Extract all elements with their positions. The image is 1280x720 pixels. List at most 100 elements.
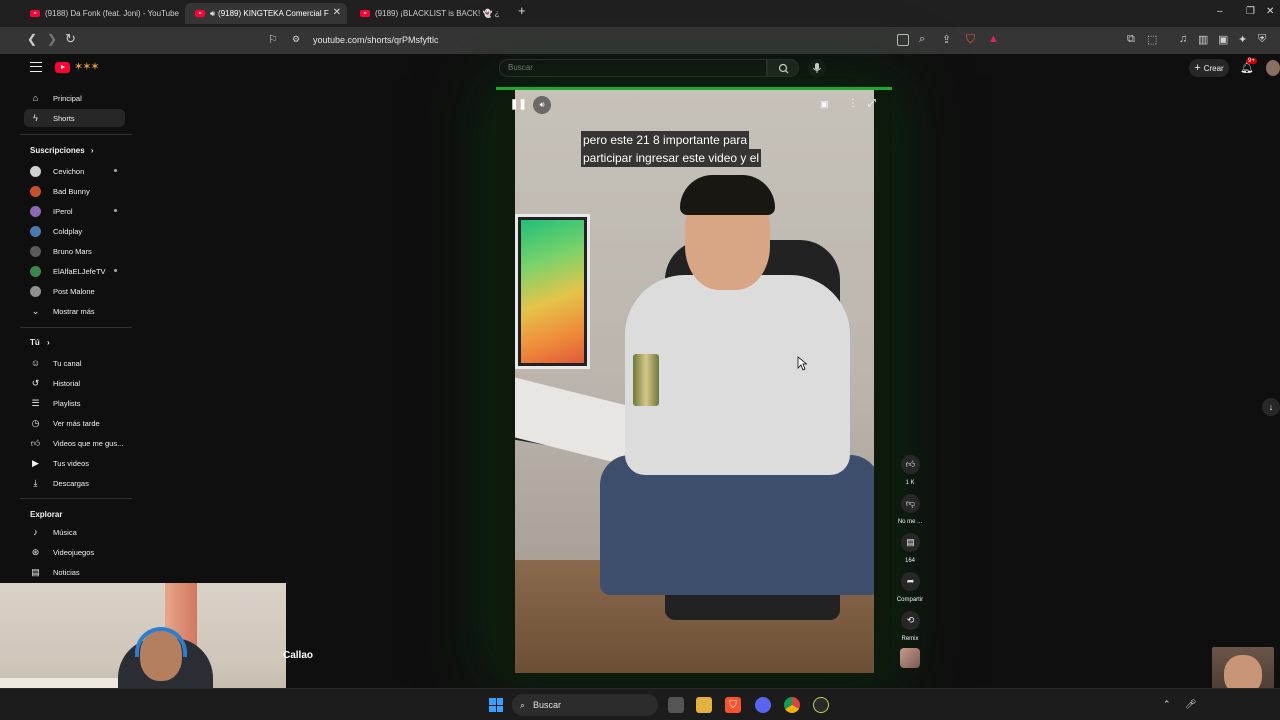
new-content-dot: [114, 269, 117, 272]
screenshot-icon[interactable]: ⬚: [1147, 33, 1157, 46]
sidebar-item-news[interactable]: ▤ Noticias: [24, 563, 125, 581]
sidebar-item-home[interactable]: ⌂ Principal: [24, 89, 125, 107]
new-tab-button[interactable]: +: [518, 3, 526, 18]
tray-chevron-icon[interactable]: ⌃: [1163, 699, 1171, 710]
sidebar-item-watch-later[interactable]: ◷ Ver más tarde: [24, 414, 125, 432]
sidebar-toggle-icon[interactable]: ▥: [1198, 33, 1208, 46]
browser-tab-active[interactable]: 🔊︎ (9189) KINGTEKA Comercial F ✕: [185, 3, 347, 24]
channel-avatar: [30, 185, 41, 197]
tab-close-icon[interactable]: ✕: [333, 7, 341, 18]
sidebar-item-subscription[interactable]: Bad Bunny: [24, 182, 125, 200]
browser-tab[interactable]: (9189) ¡BLACKLIST is BACK! 👻 ¿: [350, 3, 510, 24]
video-progress-bar[interactable]: [496, 87, 892, 90]
sidebar-item-label: Noticias: [53, 567, 80, 577]
cast-icon[interactable]: [897, 34, 909, 46]
youtube-logo-icon[interactable]: [55, 62, 70, 73]
file-explorer-icon[interactable]: [696, 697, 712, 713]
sidebar-item-label: Música: [53, 527, 77, 537]
back-icon[interactable]: ❮: [27, 32, 37, 46]
search-input[interactable]: Buscar: [499, 59, 767, 77]
discord-icon[interactable]: [755, 697, 771, 713]
sidebar-item-subscription[interactable]: ElAlfaELJefeTV: [24, 262, 125, 280]
chrome-icon[interactable]: [784, 697, 800, 713]
sidebar-item-liked-videos[interactable]: 👍︎ Videos que me gus...: [24, 434, 125, 452]
sidebar-item-subscription[interactable]: Cevichon: [24, 162, 125, 180]
sidebar-item-shorts[interactable]: ϟ Shorts: [24, 109, 125, 127]
search-button[interactable]: [767, 59, 799, 77]
menu-icon[interactable]: [30, 62, 42, 72]
explore-heading: Explorar: [30, 510, 62, 519]
wallet-icon[interactable]: ▣: [1218, 33, 1228, 46]
taskbar-search[interactable]: ⌕ Buscar: [512, 694, 658, 716]
create-button[interactable]: + Crear: [1189, 59, 1229, 77]
windows-start-icon[interactable]: [489, 698, 503, 712]
share-icon[interactable]: ⇪: [942, 33, 951, 46]
restore-button[interactable]: ❐: [1246, 6, 1255, 17]
pause-icon[interactable]: ❚❚: [510, 99, 527, 110]
video-monitor: [515, 214, 590, 369]
brave-browser-icon[interactable]: ⛉: [725, 697, 741, 713]
sidebar-item-subscription[interactable]: IPerol: [24, 202, 125, 220]
sidebar-item-subscription[interactable]: Coldplay: [24, 222, 125, 240]
sidebar-item-history[interactable]: ↺ Historial: [24, 374, 125, 392]
like-button[interactable]: 👍︎: [901, 455, 920, 474]
sidebar-item-your-videos[interactable]: ▶ Tus videos: [24, 454, 125, 472]
music-icon: ♪: [33, 527, 38, 537]
sidebar-item-label: Videojuegos: [53, 547, 95, 557]
doodle-logo-icon[interactable]: ✶✶✶: [74, 60, 100, 73]
clock-icon: ◷: [31, 417, 40, 428]
tray-mic-icon[interactable]: 🎤︎: [1185, 699, 1196, 710]
avatar[interactable]: [1266, 60, 1280, 76]
zoom-icon[interactable]: ⌕: [919, 33, 925, 46]
next-short-button[interactable]: ↓: [1262, 398, 1280, 416]
sidebar-item-playlists[interactable]: ☰ Playlists: [24, 394, 125, 412]
close-window-button[interactable]: ✕: [1266, 6, 1274, 17]
show-more-button[interactable]: ⌄ Mostrar más: [24, 302, 125, 320]
reload-icon[interactable]: ↻: [65, 31, 76, 47]
voice-search-button[interactable]: [808, 59, 826, 77]
media-icon[interactable]: ♫: [1179, 33, 1187, 45]
app-icon[interactable]: [813, 697, 829, 713]
comments-button[interactable]: ▤: [901, 533, 920, 552]
task-view-icon[interactable]: [668, 697, 684, 713]
extensions-icon[interactable]: ⧉: [1127, 33, 1135, 46]
remix-label: Remix: [901, 636, 919, 642]
sound-thumbnail[interactable]: [900, 648, 920, 668]
sidebar-item-subscription[interactable]: Bruno Mars: [24, 242, 125, 260]
sidebar-item-label: Historial: [53, 378, 81, 388]
brave-rewards-icon[interactable]: ▲: [988, 33, 999, 45]
you-heading[interactable]: Tú ›: [30, 338, 50, 347]
remix-button[interactable]: ⟲: [901, 611, 920, 630]
dislike-button[interactable]: 👎︎: [901, 494, 920, 513]
volume-button[interactable]: 🔊︎: [533, 96, 551, 114]
share-button[interactable]: ➦: [901, 572, 920, 591]
sidebar-item-music[interactable]: ♪ Música: [24, 523, 125, 541]
new-content-dot: [114, 209, 117, 212]
more-options-icon[interactable]: ⋮: [848, 98, 858, 109]
minimize-button[interactable]: –: [1217, 6, 1223, 17]
channel-avatar: [30, 285, 41, 297]
browser-tab[interactable]: (9188) Da Fonk (feat. Joni) - YouTube: [20, 3, 182, 24]
sidebar-item-subscription[interactable]: Post Malone: [24, 282, 125, 300]
sidebar-item-label: Videos que me gus...: [53, 438, 124, 448]
sidebar-item-label: Ver más tarde: [53, 418, 100, 428]
brave-shield-icon[interactable]: ⛉: [966, 32, 975, 47]
subscriptions-heading[interactable]: Suscripciones ›: [30, 146, 94, 155]
sidebar-item-gaming[interactable]: ⊛ Videojuegos: [24, 543, 125, 561]
youtube-favicon-icon: [195, 10, 205, 17]
sidebar-item-your-channel[interactable]: ☺ Tu canal: [24, 354, 125, 372]
shorts-video-player[interactable]: [515, 90, 874, 673]
forward-icon[interactable]: ❯: [47, 32, 57, 46]
captions-icon[interactable]: ▣: [820, 99, 829, 110]
tab-title: (9189) ¡BLACKLIST is BACK! 👻 ¿: [375, 9, 500, 18]
leo-ai-icon[interactable]: ✦: [1238, 33, 1247, 46]
bookmark-icon[interactable]: ⚐: [268, 33, 278, 46]
taskbar-search-label: Buscar: [533, 700, 562, 710]
sidebar-item-downloads[interactable]: ⤓ Descargas: [24, 474, 125, 492]
video-caption: pero este 21 8 importante para participa…: [581, 131, 762, 167]
fullscreen-icon[interactable]: ⤢: [868, 98, 876, 109]
vpn-icon[interactable]: ⛨: [1258, 33, 1266, 46]
url-field[interactable]: youtube.com/shorts/qrPMsfyftlc: [313, 35, 439, 45]
thumbs-up-icon: 👍︎: [905, 459, 916, 469]
site-info-icon[interactable]: ⚙: [292, 34, 300, 45]
